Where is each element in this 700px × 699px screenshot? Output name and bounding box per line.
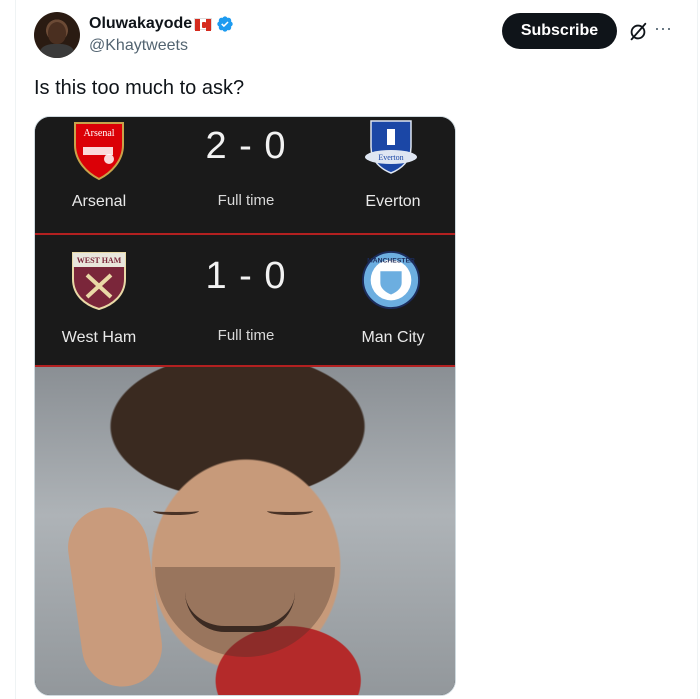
home-team-name: Arsenal: [71, 193, 127, 210]
everton-crest-icon: Everton: [365, 120, 417, 174]
subscribe-button[interactable]: Subscribe: [502, 13, 617, 49]
display-name[interactable]: Oluwakayode: [89, 15, 192, 33]
arsenal-crest-icon: Arsenal: [74, 122, 124, 181]
author-name-row[interactable]: Oluwakayode: [89, 14, 234, 34]
more-options-icon[interactable]: ···: [654, 18, 678, 42]
grok-icon[interactable]: [627, 21, 649, 43]
away-team-name: Everton: [365, 193, 421, 210]
reaction-photo: [35, 367, 455, 695]
match-score: 1 - 0: [205, 255, 287, 297]
man-city-crest-icon: MANCHESTER: [361, 250, 421, 310]
score-card-arsenal-everton: Arsenal Arsenal 2 - 0 Full time Everton …: [35, 117, 455, 234]
west-ham-crest-icon: WEST HAM: [72, 252, 126, 311]
man-city-crest-text: MANCHESTER: [367, 258, 415, 265]
author-handle[interactable]: @Khaytweets: [89, 37, 188, 55]
tweet-media-image[interactable]: Arsenal Arsenal 2 - 0 Full time Everton …: [34, 116, 456, 696]
tweet-container: Oluwakayode @Khaytweets Subscribe ··· Is…: [0, 0, 700, 699]
everton-crest-text: Everton: [378, 153, 403, 162]
verified-badge-icon: [217, 16, 233, 32]
match-status: Full time: [217, 192, 275, 209]
arsenal-crest-text: Arsenal: [83, 128, 114, 139]
avatar-face: [48, 22, 66, 44]
avatar[interactable]: [34, 12, 80, 58]
score-card-westham-mancity: WEST HAM West Ham 1 - 0 Full time MANCHE…: [35, 235, 455, 366]
photo-eye-right: [267, 507, 313, 515]
tweet-text: Is this too much to ask?: [34, 77, 245, 99]
away-team-name: Man City: [361, 329, 425, 346]
photo-hand: [62, 502, 168, 692]
home-team-name: West Ham: [61, 329, 137, 346]
canada-flag-icon: [194, 18, 213, 31]
match-status: Full time: [217, 327, 275, 344]
timeline-border-right: [697, 0, 698, 699]
photo-eye-left: [153, 507, 199, 515]
west-ham-crest-text: WEST HAM: [77, 256, 122, 265]
timeline-border-left: [15, 0, 16, 699]
match-score: 2 - 0: [205, 125, 287, 167]
avatar-shirt: [40, 44, 74, 58]
